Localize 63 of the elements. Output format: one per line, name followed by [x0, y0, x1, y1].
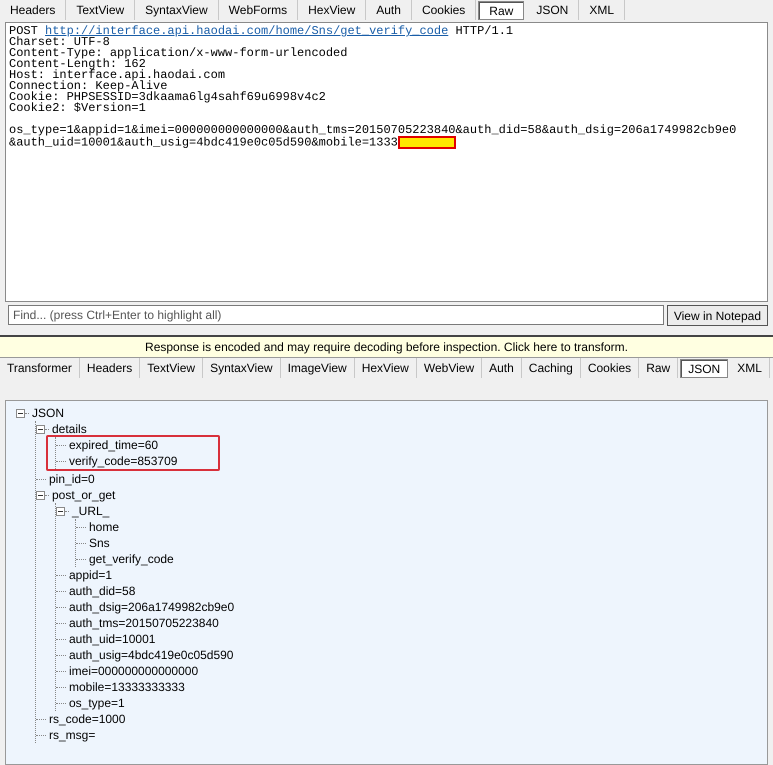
header-line: Connection: Keep-Alive [9, 81, 168, 92]
view-in-notepad-button[interactable]: View in Notepad [666, 305, 768, 326]
tree-node-label[interactable]: mobile=13333333333 [69, 679, 185, 695]
tab[interactable]: Cookies [580, 358, 640, 378]
tab[interactable]: XML [730, 358, 770, 378]
tab[interactable]: ImageView [280, 358, 355, 378]
tab[interactable]: WebView [416, 358, 482, 378]
tab[interactable]: Auth [366, 0, 412, 20]
tab[interactable]: Headers [0, 0, 66, 20]
tree-node-label[interactable]: post_or_get [52, 487, 116, 503]
tree-node-label[interactable]: pin_id=0 [49, 471, 95, 487]
tab[interactable]: Raw [639, 358, 678, 378]
tab[interactable]: TextView [140, 358, 204, 378]
tab[interactable]: JSON [526, 0, 580, 20]
tree-node-label[interactable]: verify_code=853709 [69, 453, 178, 469]
header-line: Content-Type: application/x-www-form-urlencoded [9, 48, 348, 59]
tab[interactable]: Caching [522, 358, 581, 378]
header-line: Cookie: PHPSESSID=3dkaama6lg4sahf69u6998v4c2 [9, 92, 327, 103]
collapse-icon[interactable] [56, 506, 65, 516]
http-protocol: HTTP/1.1 [455, 24, 514, 38]
tab[interactable]: Headers [80, 358, 140, 378]
tab[interactable]: SyntaxView [135, 0, 219, 20]
tab[interactable]: Auth [482, 358, 522, 378]
tab[interactable]: Cookies [412, 0, 476, 20]
header-line: Content-Length: 162 [9, 59, 146, 70]
tree-node-label[interactable]: imei=000000000000000 [69, 663, 198, 679]
find-field[interactable]: Find... (press Ctrl+Enter to highlight all) [8, 305, 664, 325]
collapse-icon[interactable] [36, 424, 45, 434]
tab[interactable]: SyntaxView [203, 358, 281, 378]
tree-node-label[interactable]: JSON [32, 405, 64, 421]
tab[interactable]: HexView [354, 358, 417, 378]
tree-node-label[interactable]: home [89, 519, 120, 535]
collapse-icon[interactable] [36, 490, 45, 500]
tree-node-label[interactable]: details [52, 421, 87, 437]
tab[interactable]: HexView [298, 0, 366, 20]
body-line: os_type=1&appid=1&imei=000000000000000&auth_tms=20150705223840&auth_did=58&auth_dsig=206a1749982cb9e0 [9, 123, 736, 137]
body-line: &auth_uid=10001&auth_usig=4bdc419e0c05d590&mobile=1333 [9, 136, 398, 150]
transform-banner[interactable]: Response is encoded and may require decoding before inspection. Click here to transform. [0, 335, 773, 358]
tab[interactable]: XML [579, 0, 626, 20]
tree-node-label[interactable]: auth_did=58 [69, 583, 136, 599]
tree-node-label[interactable]: Sns [89, 535, 110, 551]
request-url-link[interactable]: http://interface.api.haodai.com/home/Sns/get_verify_code [45, 24, 448, 38]
tree-node-label[interactable]: expired_time=60 [69, 437, 158, 453]
tree-node-label[interactable]: appid=1 [69, 567, 112, 583]
header-line: Cookie2: $Version=1 [9, 103, 146, 114]
tab[interactable]: JSON [680, 359, 728, 378]
tree-node-label[interactable]: rs_msg= [49, 727, 96, 743]
header-line: Host: interface.api.haodai.com [9, 70, 226, 81]
tab[interactable]: Transformer [0, 358, 80, 378]
tree-node-label[interactable]: auth_usig=4bdc419e0c05d590 [69, 647, 234, 663]
tree-node-label[interactable]: auth_uid=10001 [69, 631, 156, 647]
tree-node-label[interactable]: rs_code=1000 [49, 711, 126, 727]
collapse-icon[interactable] [16, 408, 25, 418]
tree-node-label[interactable]: auth_dsig=206a1749982cb9e0 [69, 599, 234, 615]
tab[interactable]: Raw [478, 1, 524, 20]
tab[interactable]: WebForms [218, 0, 298, 20]
tree-node-label[interactable]: os_type=1 [69, 695, 125, 711]
tab[interactable]: TextView [66, 0, 136, 20]
header-line: Charset: UTF-8 [9, 37, 110, 48]
tree-node-label[interactable]: _URL_ [72, 503, 110, 519]
tree-node-label[interactable]: auth_tms=20150705223840 [69, 615, 219, 631]
tree-node-label[interactable]: get_verify_code [89, 551, 174, 567]
raw-request-text-area[interactable] [5, 22, 768, 302]
